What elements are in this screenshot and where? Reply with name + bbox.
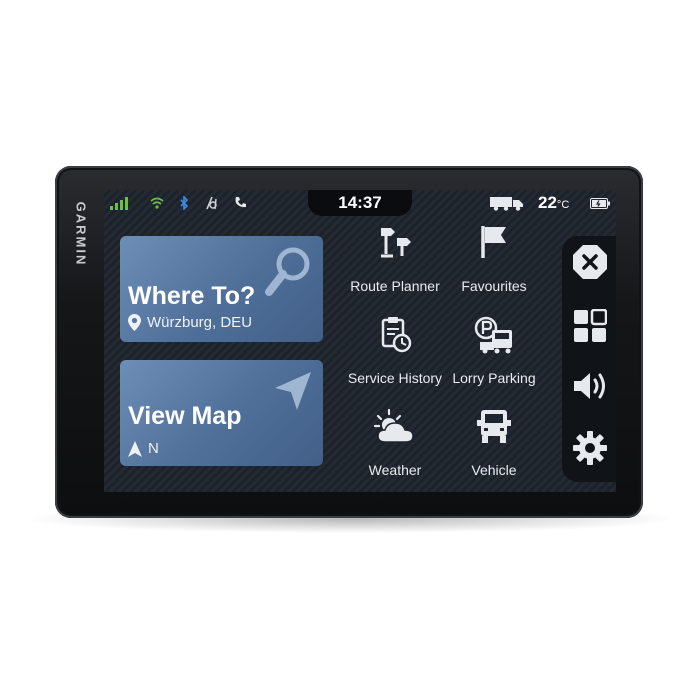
vehicle-icon bbox=[477, 410, 511, 443]
phone-icon bbox=[235, 197, 246, 208]
bluetooth-icon bbox=[180, 196, 189, 210]
status-bar: 14:37 22°C bbox=[104, 190, 616, 216]
service-history-tile[interactable]: Service History bbox=[345, 316, 445, 386]
location-text: Würzburg, DEU bbox=[147, 314, 253, 331]
volume-button[interactable] bbox=[570, 366, 610, 406]
flag-icon bbox=[481, 226, 506, 258]
apps-grid-icon bbox=[574, 309, 607, 342]
heading-text: N bbox=[148, 440, 159, 457]
settings-gear-icon bbox=[573, 431, 607, 465]
clock: 14:37 bbox=[338, 193, 382, 212]
temperature-unit: °C bbox=[556, 199, 570, 211]
where-to-title: Where To? bbox=[128, 282, 256, 310]
lorry-parking-label: Lorry Parking bbox=[452, 370, 536, 386]
favourites-label: Favourites bbox=[461, 278, 527, 294]
battery-icon bbox=[590, 198, 610, 209]
volume-icon bbox=[574, 373, 605, 399]
side-rail bbox=[562, 236, 616, 482]
temperature: 22°C bbox=[538, 193, 569, 213]
lorry-parking-icon bbox=[474, 316, 512, 354]
signal-icon bbox=[110, 197, 128, 210]
vehicle-label: Vehicle bbox=[471, 462, 517, 478]
search-icon bbox=[265, 247, 310, 296]
settings-button[interactable] bbox=[570, 428, 610, 468]
compass-arrow-icon bbox=[128, 440, 142, 457]
lorry-parking-tile[interactable]: Lorry Parking bbox=[444, 316, 544, 386]
location-pin-icon bbox=[128, 314, 141, 331]
stop-button[interactable] bbox=[570, 242, 610, 282]
where-to-location: Würzburg, DEU bbox=[128, 314, 252, 331]
brand-text: GARMIN bbox=[73, 201, 89, 267]
temperature-value: 22 bbox=[538, 193, 557, 212]
where-to-card[interactable]: Where To? Würzburg, DEU bbox=[120, 236, 323, 342]
weather-icon bbox=[373, 408, 414, 443]
wifi-icon bbox=[150, 197, 164, 209]
service-history-icon bbox=[381, 317, 412, 353]
view-map-title: View Map bbox=[128, 402, 242, 430]
apps-grid-button[interactable] bbox=[570, 306, 610, 346]
view-map-heading: N bbox=[128, 440, 159, 457]
truck-icon bbox=[490, 197, 523, 211]
weather-tile[interactable]: Weather bbox=[345, 408, 445, 478]
route-planner-icon bbox=[381, 228, 411, 258]
screen: 14:37 22°C Where To? Würzburg, DEU View … bbox=[104, 190, 616, 492]
view-map-card[interactable]: View Map N bbox=[120, 360, 323, 466]
favourites-tile[interactable]: Favourites bbox=[444, 224, 544, 294]
route-planner-tile[interactable]: Route Planner bbox=[345, 224, 445, 294]
vehicle-tile[interactable]: Vehicle bbox=[444, 408, 544, 478]
brand-logo: GARMIN bbox=[66, 194, 96, 274]
driver-assist-icon bbox=[206, 196, 217, 210]
stop-icon bbox=[573, 245, 607, 279]
navigation-arrow-icon bbox=[275, 372, 311, 410]
